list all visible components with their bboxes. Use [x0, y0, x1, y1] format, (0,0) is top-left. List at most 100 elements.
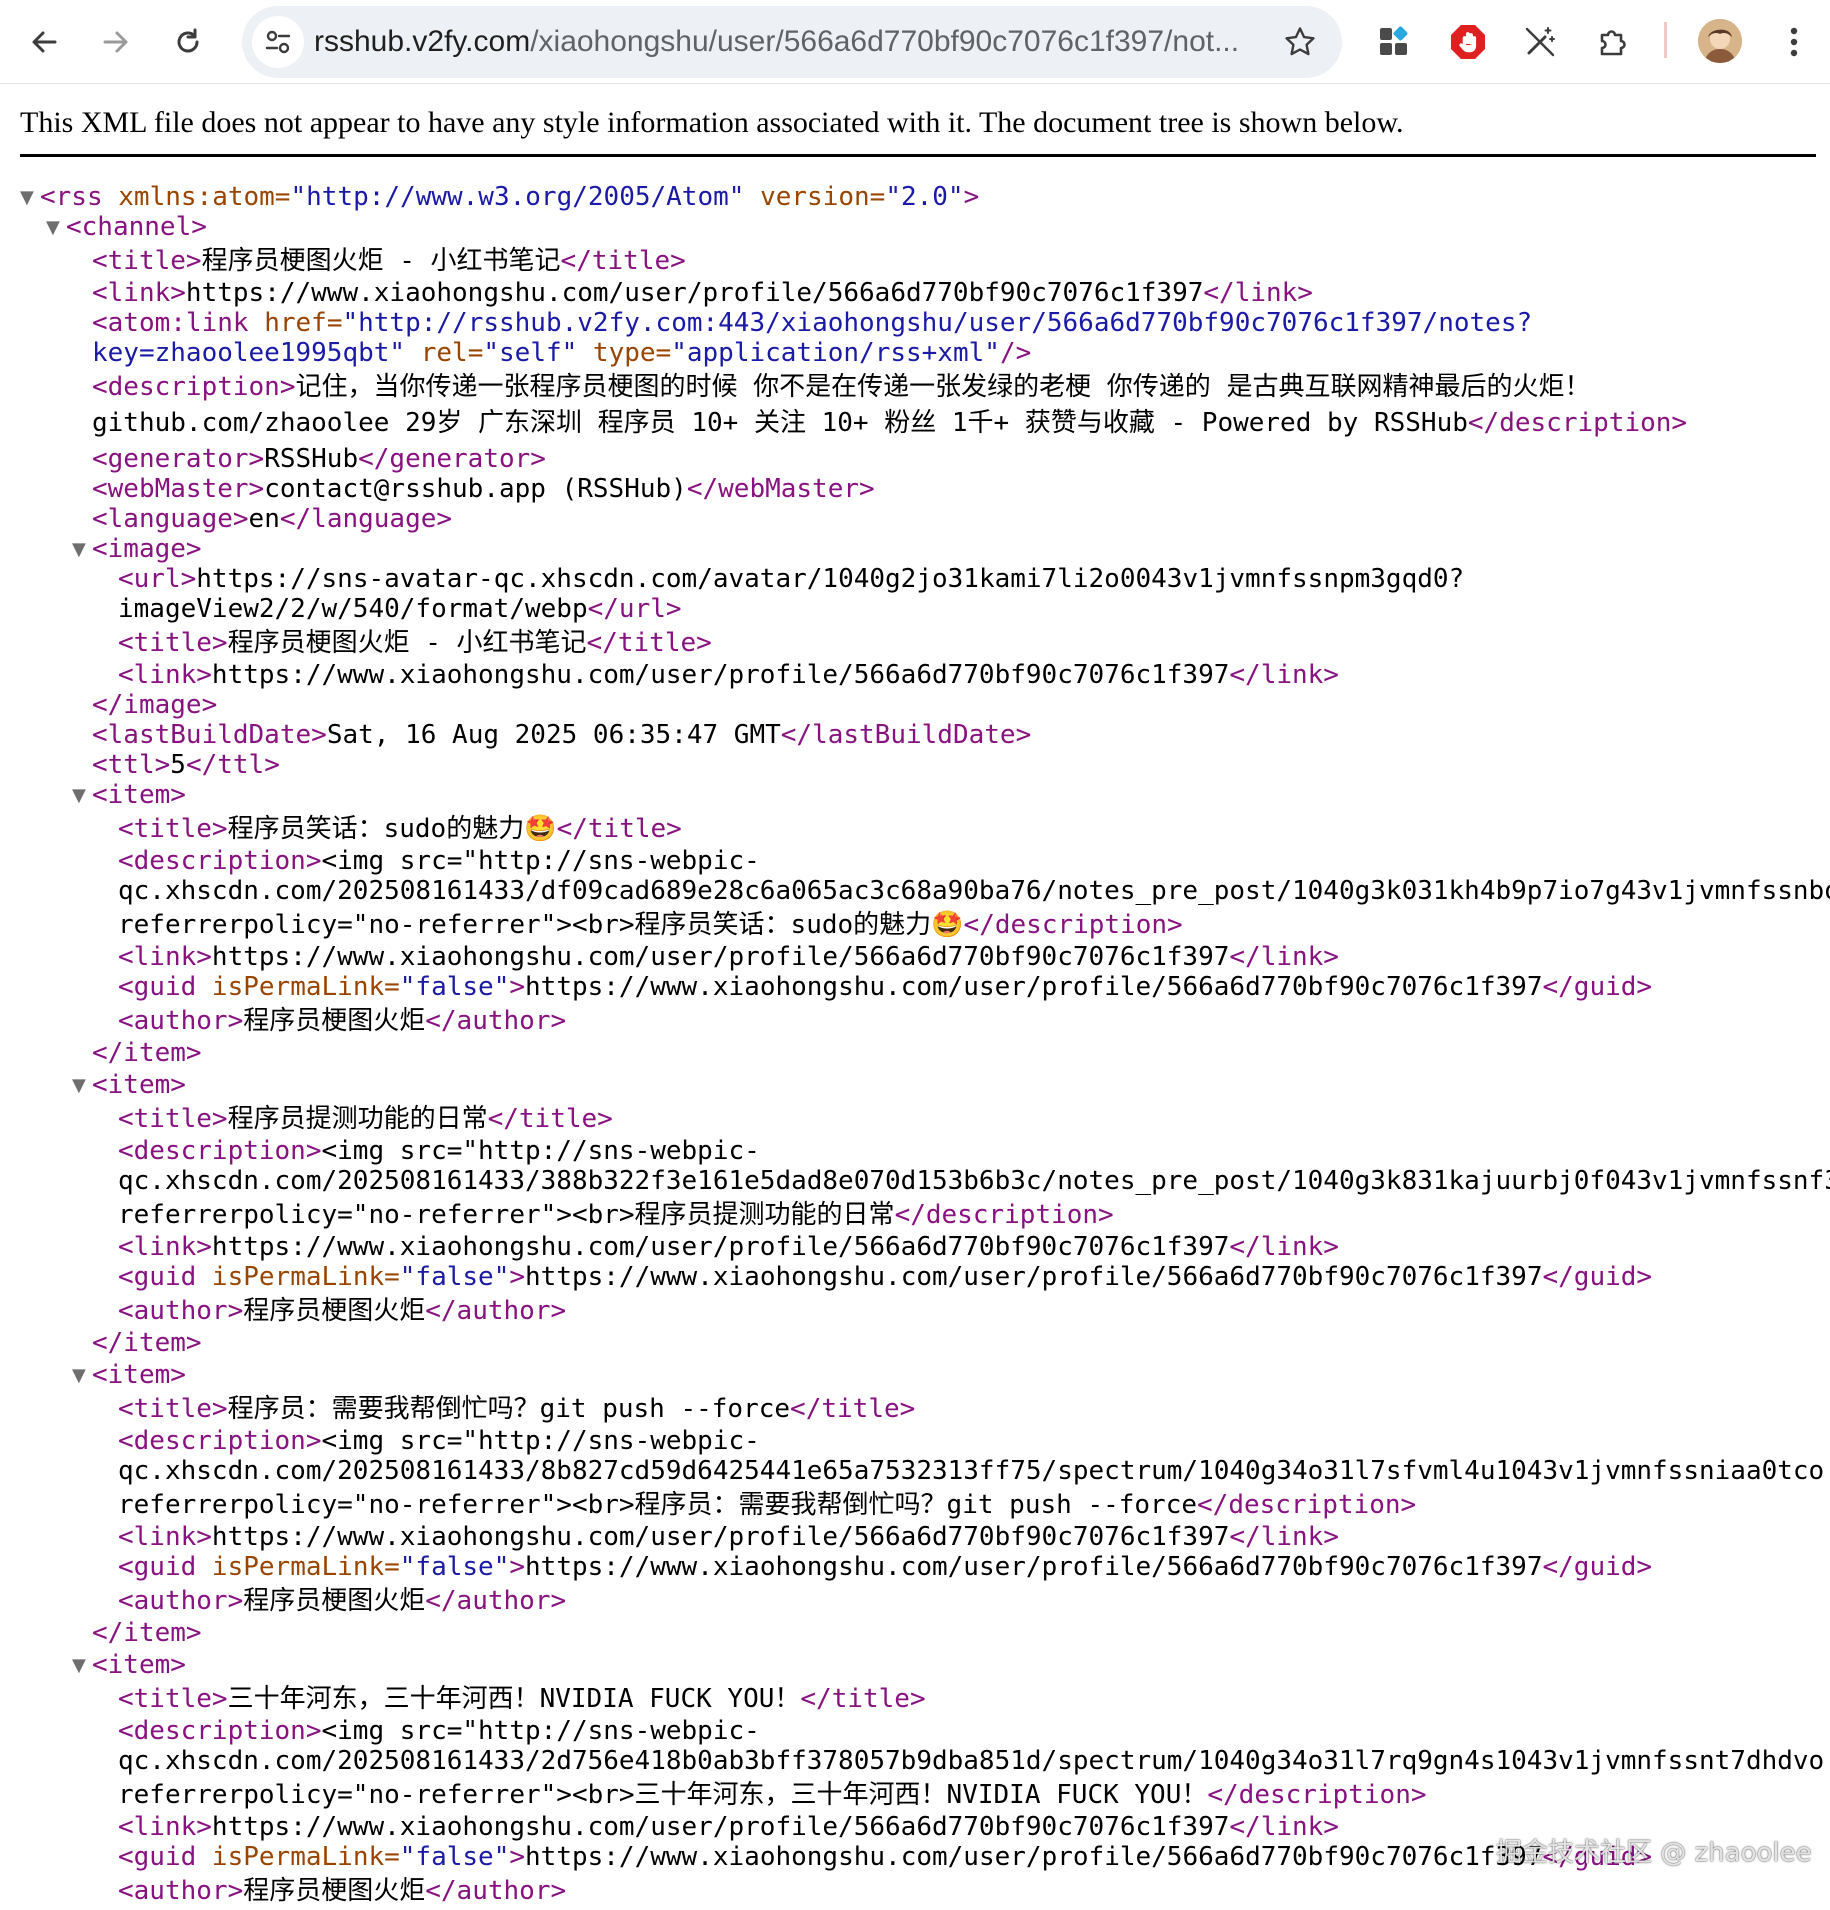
- item-guid-line: <guid isPermaLink="false">https://www.xi…: [118, 1840, 1652, 1874]
- image-url: https://sns-avatar-qc.xhscdn.com/avatar/…: [196, 564, 1465, 594]
- item-author-line: <author>程序员梗图火炬</author>: [118, 1294, 566, 1328]
- toolbar-separator: [1664, 22, 1667, 58]
- item-author-line: <author>程序员梗图火炬</author>: [118, 1584, 566, 1618]
- item-link-line: <link>https://www.xiaohongshu.com/user/p…: [118, 1520, 1339, 1554]
- magic-wand-off-icon[interactable]: [1512, 14, 1568, 70]
- language-value: en: [248, 504, 280, 534]
- item-guid: https://www.xiaohongshu.com/user/profile…: [525, 1262, 1543, 1292]
- collapse-triangle-icon[interactable]: ▼: [72, 786, 92, 806]
- xml-tag: </title>: [487, 1104, 613, 1134]
- watermark: 掘金技术社区 @ zhaoolee: [1496, 1838, 1812, 1868]
- star-icon[interactable]: [1280, 22, 1320, 62]
- xml-tag: </webMaster>: [686, 474, 875, 504]
- red-hand-stop-icon[interactable]: [1440, 14, 1496, 70]
- item-description-line-1: <description><img src="http://sns-webpic…: [118, 1714, 760, 1748]
- extension-blocks-icon[interactable]: [1366, 14, 1422, 70]
- language-line: <language>en</language>: [92, 502, 452, 536]
- ttl-value: 5: [170, 750, 186, 780]
- image-close-tag: </image>: [92, 688, 217, 722]
- xml-tag: <guid: [118, 1262, 197, 1292]
- item-description-line-1: <description><img src="http://sns-webpic…: [118, 1134, 760, 1168]
- collapse-triangle-icon[interactable]: ▼: [72, 1366, 92, 1386]
- last-build-date: Sat, 16 Aug 2025 06:35:47 GMT: [326, 720, 781, 750]
- xml-tag: <title>: [118, 1394, 228, 1424]
- collapse-triangle-icon[interactable]: ▼: [46, 218, 66, 238]
- channel-description: 记住，当你传递一张程序员梗图的时候 你不是在传递一张发绿的老梗 你传递的 是古典…: [295, 372, 1591, 402]
- xml-tag: </item>: [92, 1618, 202, 1648]
- xml-tag: </author>: [425, 1296, 567, 1326]
- image-url-line-1: <url>https://sns-avatar-qc.xhscdn.com/av…: [118, 562, 1464, 596]
- xml-tag: <lastBuildDate>: [92, 720, 327, 750]
- channel-title-line: <title>程序员梗图火炬 - 小红书笔记</title>: [92, 244, 686, 278]
- xml-attr-name: rel=: [405, 338, 484, 368]
- item-link: https://www.xiaohongshu.com/user/profile…: [211, 1232, 1230, 1262]
- xml-tag: </author>: [425, 1586, 567, 1616]
- item-close-tag: </item>: [92, 1616, 202, 1650]
- tune-icon[interactable]: [252, 16, 304, 68]
- xml-tag: </link>: [1229, 942, 1339, 972]
- xml-style-notice: This XML file does not appear to have an…: [20, 106, 1404, 139]
- atom-link-line-2: key=zhaoolee1995qbt" rel="self" type="ap…: [92, 336, 1031, 370]
- collapse-triangle-icon[interactable]: ▼: [72, 1656, 92, 1676]
- xml-tag: <image>: [92, 534, 202, 564]
- xml-attr-value: "application/rss+xml": [671, 338, 1000, 368]
- image-url-line-2: imageView2/2/w/540/format/webp</url>: [118, 592, 682, 626]
- xml-attr-name: version=: [744, 182, 886, 212]
- back-arrow-icon[interactable]: [16, 14, 72, 70]
- collapse-triangle-icon[interactable]: ▼: [20, 188, 40, 208]
- xml-tag: <ttl>: [92, 750, 171, 780]
- xml-tag: </author>: [425, 1876, 567, 1906]
- item-link: https://www.xiaohongshu.com/user/profile…: [211, 1812, 1230, 1842]
- xml-attr-name: isPermaLink=: [196, 972, 400, 1002]
- item-open-tag: <item>: [92, 778, 186, 812]
- xml-attr-value: "false": [399, 1262, 510, 1292]
- avatar-icon[interactable]: [1698, 19, 1742, 63]
- generator-value: RSSHub: [264, 444, 359, 474]
- reload-icon[interactable]: [160, 14, 216, 70]
- item-open-tag: <item>: [92, 1068, 186, 1102]
- item-description: qc.xhscdn.com/202508161433/388b322f3e161…: [118, 1166, 1830, 1196]
- xml-tag: </guid>: [1542, 1552, 1653, 1582]
- item-link-line: <link>https://www.xiaohongshu.com/user/p…: [118, 940, 1339, 974]
- item-title-line: <title>程序员：需要我帮倒忙吗？git push --force</tit…: [118, 1392, 915, 1426]
- item-description-line-1: <description><img src="http://sns-webpic…: [118, 844, 760, 878]
- xml-tag: <url>: [118, 564, 197, 594]
- xml-tag: <author>: [118, 1296, 244, 1326]
- xml-tag: <rss: [40, 182, 103, 212]
- xml-tag: <item>: [92, 780, 186, 810]
- item-link-line: <link>https://www.xiaohongshu.com/user/p…: [118, 1810, 1339, 1844]
- last-build-date-line: <lastBuildDate>Sat, 16 Aug 2025 06:35:47…: [92, 718, 1031, 752]
- item-title: 程序员：需要我帮倒忙吗？git push --force: [227, 1394, 791, 1424]
- kebab-menu-icon[interactable]: [1766, 14, 1822, 70]
- xml-tag: </link>: [1229, 1522, 1339, 1552]
- xml-tag: <title>: [118, 814, 228, 844]
- xml-attr-value: "false": [399, 1842, 510, 1872]
- item-description: referrerpolicy="no-referrer"><br>程序员提测功能…: [118, 1200, 895, 1230]
- xml-attr-value: key=zhaoolee1995qbt": [92, 338, 406, 368]
- xml-tag: <title>: [118, 1104, 228, 1134]
- xml-tag: <link>: [118, 1522, 212, 1552]
- url-text[interactable]: rsshub.v2fy.com/xiaohongshu/user/566a6d7…: [314, 6, 1294, 78]
- puzzle-icon[interactable]: [1586, 14, 1642, 70]
- item-description: <img src="http://sns-webpic-: [321, 1716, 760, 1746]
- item-author-line: <author>程序员梗图火炬</author>: [118, 1874, 566, 1908]
- xml-tag: </title>: [800, 1684, 926, 1714]
- item-description-line-2: qc.xhscdn.com/202508161433/388b322f3e161…: [118, 1164, 1830, 1198]
- collapse-triangle-icon[interactable]: ▼: [72, 540, 92, 560]
- item-description: qc.xhscdn.com/202508161433/2d756e418b0ab…: [118, 1746, 1825, 1776]
- xml-tag: </item>: [92, 1328, 202, 1358]
- xml-tag: </link>: [1229, 1812, 1339, 1842]
- collapse-triangle-icon[interactable]: ▼: [72, 1076, 92, 1096]
- xml-tag: </description>: [1467, 408, 1688, 438]
- address-bar[interactable]: rsshub.v2fy.com/xiaohongshu/user/566a6d7…: [242, 6, 1342, 78]
- forward-arrow-icon[interactable]: [88, 14, 144, 70]
- item-author: 程序员梗图火炬: [243, 1586, 426, 1616]
- xml-tag: </language>: [279, 504, 453, 534]
- item-title-line: <title>程序员提测功能的日常</title>: [118, 1102, 613, 1136]
- xml-tag: <item>: [92, 1070, 186, 1100]
- channel-description-line-1: <description>记住，当你传递一张程序员梗图的时候 你不是在传递一张发…: [92, 370, 1590, 404]
- item-author: 程序员梗图火炬: [243, 1296, 426, 1326]
- item-description-line-2: qc.xhscdn.com/202508161433/2d756e418b0ab…: [118, 1744, 1824, 1778]
- atom-link-line-1: <atom:link href="http://rsshub.v2fy.com:…: [92, 306, 1532, 340]
- item-guid-line: <guid isPermaLink="false">https://www.xi…: [118, 1260, 1652, 1294]
